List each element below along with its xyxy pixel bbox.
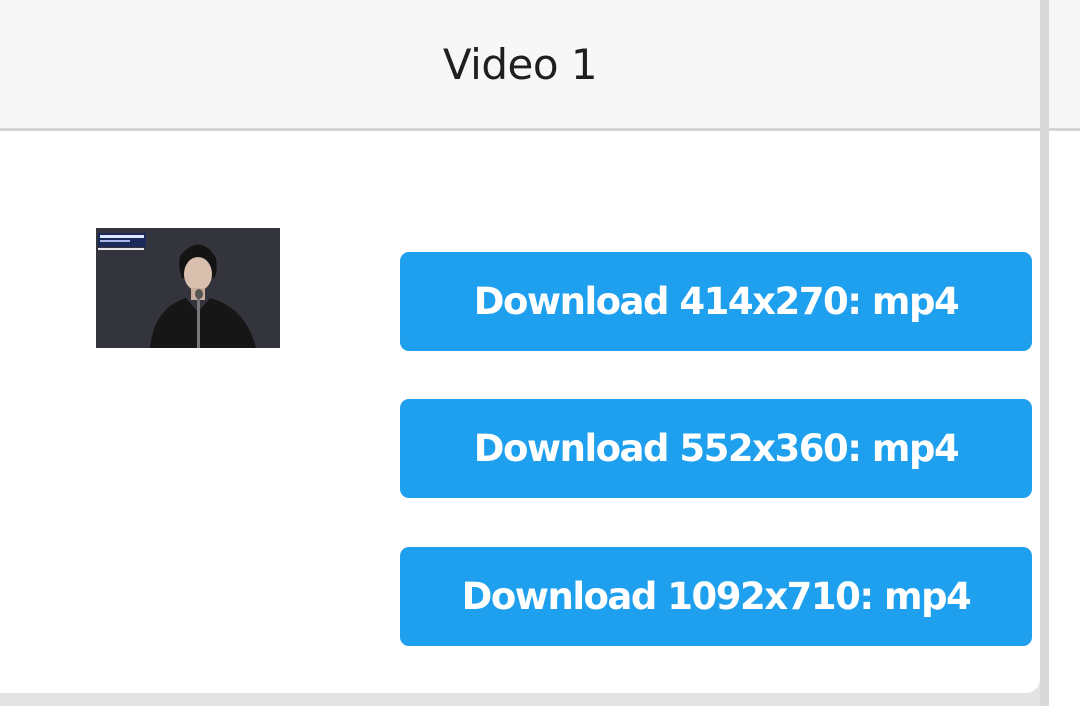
video-card: Video 1 Download 414x270: mp4 Download 5…	[0, 0, 1040, 693]
thumbnail-image	[96, 228, 280, 348]
scrollbar-track[interactable]	[1040, 0, 1049, 706]
video-thumbnail[interactable]	[96, 228, 280, 348]
video-title: Video 1	[442, 39, 598, 89]
header-extension	[1049, 0, 1080, 131]
video-header: Video 1	[0, 0, 1040, 131]
download-552x360-button[interactable]: Download 552x360: mp4	[400, 399, 1032, 498]
download-1092x710-button[interactable]: Download 1092x710: mp4	[400, 547, 1032, 646]
download-414x270-button[interactable]: Download 414x270: mp4	[400, 252, 1032, 351]
